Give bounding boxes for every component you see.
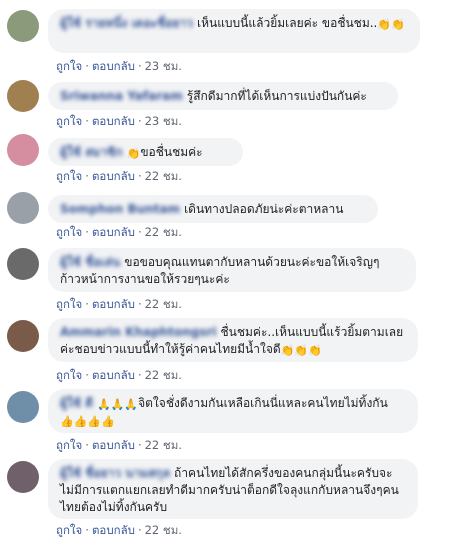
like-link[interactable]: ถูกใจ bbox=[56, 114, 82, 128]
commenter-name[interactable]: ผู้ใช้ ชื่อยาว นามสกุล bbox=[60, 465, 170, 482]
comment-text: จิตใจชั่งดีงามกันเหลือเกินนี่แหละคนไทยไม… bbox=[138, 396, 388, 410]
avatar[interactable] bbox=[7, 320, 39, 352]
reply-link[interactable]: ตอบกลับ bbox=[92, 523, 135, 537]
avatar[interactable] bbox=[7, 192, 39, 224]
avatar[interactable] bbox=[7, 248, 39, 280]
comment-actions: ถูกใจ · ตอบกลับ · 23 ชม. bbox=[56, 113, 182, 131]
clap-emoji-icon: 👏👏 bbox=[377, 18, 405, 31]
reply-link[interactable]: ตอบกลับ bbox=[92, 169, 135, 183]
like-link[interactable]: ถูกใจ bbox=[56, 59, 82, 73]
avatar[interactable] bbox=[7, 80, 39, 112]
commenter-name[interactable]: ผู้ใช้ สมาชิก bbox=[60, 144, 123, 161]
timestamp[interactable]: 22 ชม. bbox=[145, 523, 182, 537]
separator: · bbox=[85, 59, 89, 73]
clap-emoji-icon: 👏 bbox=[126, 147, 141, 160]
commenter-name[interactable]: Ammarin Khaphtongsri bbox=[60, 324, 217, 341]
comment-bubble: Somphon Buntam เดินทางปลอดภัยน่ะค่ะตาหลาน bbox=[48, 195, 378, 223]
reply-link[interactable]: ตอบกลับ bbox=[92, 297, 135, 311]
separator: · bbox=[137, 523, 142, 537]
clap-emoji-icon: 👏👏👏 bbox=[280, 344, 322, 357]
separator: · bbox=[85, 114, 89, 128]
commenter-name[interactable]: Somphon Buntam bbox=[60, 201, 180, 218]
timestamp[interactable]: 22 ชม. bbox=[145, 368, 182, 382]
avatar[interactable] bbox=[7, 461, 39, 493]
reply-link[interactable]: ตอบกลับ bbox=[92, 59, 135, 73]
comment-text: รู้สึกดีมากที่ได้เห็นการแบ่งปันกันค่ะ bbox=[186, 89, 367, 103]
comment-actions: ถูกใจ · ตอบกลับ · 23 ชม. bbox=[56, 58, 182, 76]
like-link[interactable]: ถูกใจ bbox=[56, 438, 82, 452]
comment-bubble: ผู้ใช้ สมาชิก 👏ขอชื่นชมค่ะ bbox=[48, 138, 243, 166]
like-link[interactable]: ถูกใจ bbox=[56, 225, 82, 239]
timestamp[interactable]: 22 ชม. bbox=[145, 225, 182, 239]
comment-text: เดินทางปลอดภัยน่ะค่ะตาหลาน bbox=[184, 202, 344, 216]
comment-text: ขอชื่นชมค่ะ bbox=[140, 145, 203, 159]
separator: · bbox=[85, 523, 89, 537]
comment-actions: ถูกใจ · ตอบกลับ · 22 ชม. bbox=[56, 522, 182, 540]
separator: · bbox=[137, 59, 142, 73]
reply-link[interactable]: ตอบกลับ bbox=[92, 438, 135, 452]
comment-bubble: ผู้ใช้ ชื่อเล่น ขอขอบคุณแทนตากับหลานด้วยน… bbox=[48, 248, 416, 292]
reply-link[interactable]: ตอบกลับ bbox=[92, 368, 135, 382]
comment-actions: ถูกใจ · ตอบกลับ · 22 ชม. bbox=[56, 367, 182, 385]
reply-link[interactable]: ตอบกลับ bbox=[92, 225, 135, 239]
avatar[interactable] bbox=[7, 391, 39, 423]
commenter-name[interactable]: ผู้ใช้ ชื่อเล่น bbox=[60, 254, 120, 271]
separator: · bbox=[137, 114, 142, 128]
comment-actions: ถูกใจ · ตอบกลับ · 22 ชม. bbox=[56, 296, 182, 314]
timestamp[interactable]: 23 ชม. bbox=[145, 114, 182, 128]
separator: · bbox=[85, 225, 89, 239]
commenter-name[interactable]: ผู้ใช้ ดี bbox=[60, 395, 93, 412]
comment-bubble: Ammarin Khaphtongsri ชื่นชมค่ะ..เห็นแบบนี… bbox=[48, 318, 418, 362]
separator: · bbox=[137, 225, 142, 239]
comment-actions: ถูกใจ · ตอบกลับ · 22 ชม. bbox=[56, 168, 182, 186]
like-link[interactable]: ถูกใจ bbox=[56, 297, 82, 311]
timestamp[interactable]: 22 ชม. bbox=[145, 297, 182, 311]
praying-hands-emoji-icon: 🙏🙏🙏 bbox=[97, 398, 139, 411]
like-link[interactable]: ถูกใจ bbox=[56, 523, 82, 537]
timestamp[interactable]: 22 ชม. bbox=[145, 438, 182, 452]
separator: · bbox=[85, 169, 89, 183]
commenter-name[interactable]: ผู้ใช้ รายหนึ่ง เดอะชื่อยาว bbox=[60, 15, 193, 32]
avatar[interactable] bbox=[7, 134, 39, 166]
comment-actions: ถูกใจ · ตอบกลับ · 22 ชม. bbox=[56, 437, 182, 455]
separator: · bbox=[85, 297, 89, 311]
avatar[interactable] bbox=[7, 10, 39, 42]
comment-bubble: ผู้ใช้ รายหนึ่ง เดอะชื่อยาว เห็นแบบนี้แล้… bbox=[48, 9, 420, 53]
separator: · bbox=[137, 297, 142, 311]
comment-text: เห็นแบบนี้แล้วยิ้มเลยค่ะ ขอชื่นชม.. bbox=[196, 16, 378, 30]
separator: · bbox=[137, 438, 142, 452]
separator: · bbox=[137, 169, 142, 183]
timestamp[interactable]: 23 ชม. bbox=[145, 59, 182, 73]
like-link[interactable]: ถูกใจ bbox=[56, 368, 82, 382]
commenter-name[interactable]: Sriwanna Yafaram bbox=[60, 88, 183, 105]
separator: · bbox=[137, 368, 142, 382]
comment-bubble: ผู้ใช้ ดี 🙏🙏🙏จิตใจชั่งดีงามกันเหลือเกินนี… bbox=[48, 389, 418, 433]
like-link[interactable]: ถูกใจ bbox=[56, 169, 82, 183]
reply-link[interactable]: ตอบกลับ bbox=[92, 114, 135, 128]
thumbs-up-emoji-icon: 👍👍👍👍 bbox=[60, 415, 115, 428]
separator: · bbox=[85, 368, 89, 382]
separator: · bbox=[85, 438, 89, 452]
timestamp[interactable]: 22 ชม. bbox=[145, 169, 182, 183]
comment-bubble: ผู้ใช้ ชื่อยาว นามสกุล ถ้าคนไทยได้สักครึ่… bbox=[48, 459, 418, 519]
comment-bubble: Sriwanna Yafaram รู้สึกดีมากที่ได้เห็นการ… bbox=[48, 82, 398, 110]
comment-actions: ถูกใจ · ตอบกลับ · 22 ชม. bbox=[56, 224, 182, 242]
